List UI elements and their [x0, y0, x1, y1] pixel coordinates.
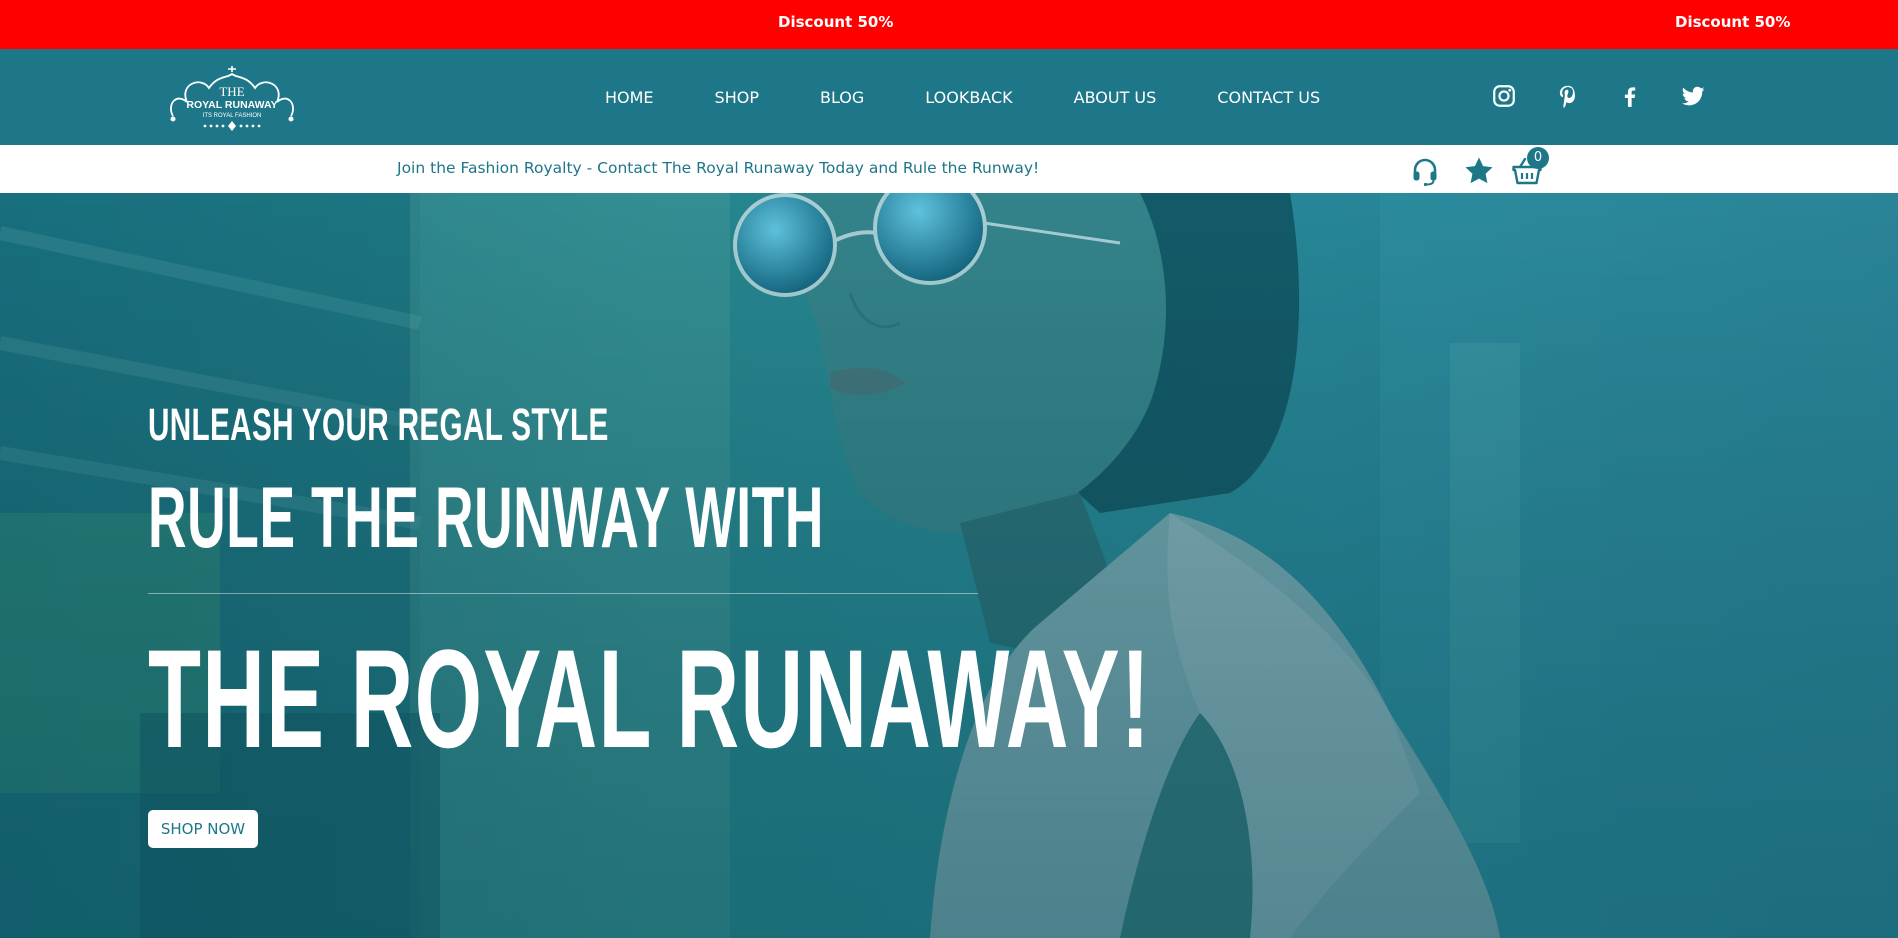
nav-lookback[interactable]: LOOKBACK — [925, 88, 1012, 107]
logo-graphic: THE ROYAL RUNAWAY ITS ROYAL FASHION — [170, 66, 294, 131]
tagline-link[interactable]: Join the Fashion Royalty - Contact The R… — [397, 159, 1039, 177]
logo-text-brand: ROYAL RUNAWAY — [186, 99, 277, 111]
site-logo[interactable]: THE ROYAL RUNAWAY ITS ROYAL FASHION — [165, 62, 300, 132]
hero-divider — [148, 593, 978, 594]
nav-about-us[interactable]: ABOUT US — [1074, 88, 1157, 107]
nav-contact-us[interactable]: CONTACT US — [1217, 88, 1320, 107]
logo-text-slogan: ITS ROYAL FASHION — [203, 113, 262, 119]
promo-text-left: Discount 50% — [778, 13, 894, 31]
cart-count-badge: 0 — [1527, 147, 1549, 169]
sub-bar: Join the Fashion Royalty - Contact The R… — [0, 145, 1898, 193]
promo-text-right: Discount 50% — [1675, 13, 1791, 31]
nav-shop[interactable]: SHOP — [715, 88, 759, 107]
shop-now-button[interactable]: SHOP NOW — [148, 810, 258, 848]
logo-text-the: THE — [219, 84, 244, 99]
main-nav: HOME SHOP BLOG LOOKBACK ABOUT US CONTACT… — [600, 49, 1320, 145]
twitter-icon[interactable] — [1680, 83, 1706, 109]
hero-headline: RULE THE RUNWAY WITH — [148, 470, 824, 566]
nav-home[interactable]: HOME — [605, 88, 654, 107]
main-header: THE ROYAL RUNAWAY ITS ROYAL FASHION HOME… — [0, 49, 1898, 145]
hero-eyebrow: UNLEASH YOUR REGAL STYLE — [148, 399, 609, 450]
hero-brand-title: THE ROYAL RUNAWAY! — [148, 620, 1152, 777]
promo-bar: Discount 50% Discount 50% — [0, 0, 1898, 49]
hero-section: UNLEASH YOUR REGAL STYLE RULE THE RUNWAY… — [0, 193, 1898, 938]
star-icon[interactable] — [1463, 155, 1495, 187]
facebook-icon[interactable] — [1617, 83, 1643, 109]
nav-blog[interactable]: BLOG — [820, 88, 864, 107]
pinterest-icon[interactable] — [1555, 83, 1581, 109]
instagram-icon[interactable] — [1491, 83, 1517, 109]
headset-icon[interactable] — [1409, 155, 1441, 187]
